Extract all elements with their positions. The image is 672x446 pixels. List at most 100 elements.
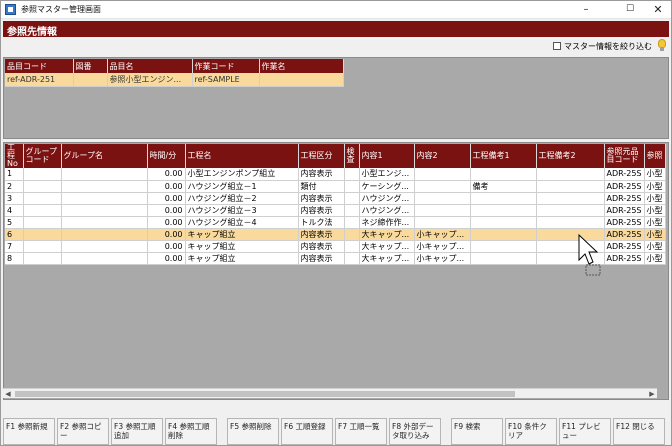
process-grid-cell[interactable]: 小型エンジンポンプ組立 [185,168,299,181]
top-grid-cell[interactable]: 参照小型エンジン... [107,73,193,87]
process-grid-cell[interactable]: 大キャップ... [359,228,415,241]
process-grid-cell[interactable]: ADR-25S [604,240,645,253]
process-grid-cell[interactable]: ネジ締作作... [359,216,415,229]
top-grid-header-1[interactable]: 図番 [73,59,108,73]
top-grid-header-0[interactable]: 品目コード [5,59,74,73]
table-row[interactable]: 3 0.00 ハウジング組立－2 内容表示 ハウジング... ADR-25S 小型 [5,192,666,205]
process-grid-cell[interactable]: 小キャップ... [414,228,471,241]
process-grid-cell[interactable]: 0.00 [147,204,186,217]
process-grid-cell[interactable] [61,192,148,205]
process-grid-cell[interactable]: ハウジング組立－1 [185,180,299,193]
process-grid-cell[interactable]: キャップ組立 [185,252,299,265]
process-grid-cell[interactable]: 0.00 [147,240,186,253]
process-grid-cell[interactable]: キャップ組立 [185,228,299,241]
process-grid-cell[interactable]: ADR-25S [604,228,645,241]
process-grid-cell[interactable]: 内容表示 [298,204,345,217]
process-grid-cell[interactable]: 3 [5,192,24,205]
process-grid-header-11[interactable]: 参照元品目コード [604,144,645,168]
process-grid-cell[interactable] [23,168,62,181]
scroll-thumb[interactable] [15,391,515,397]
process-grid-cell[interactable] [61,252,148,265]
table-row-selected[interactable]: 6 0.00 キャップ組立 内容表示 大キャップ... 小キャップ... ADR-25S 小型 [5,228,666,241]
process-grid-cell[interactable]: ハウジング組立－2 [185,192,299,205]
process-grid-cell[interactable] [23,252,62,265]
process-grid-header-4[interactable]: 工程名 [185,144,299,168]
top-grid-cell[interactable]: ref-ADR-251 [5,73,74,87]
process-grid-cell[interactable]: 大キャップ... [359,252,415,265]
function-key-f11-button[interactable]: F11 プレビュー [559,418,611,445]
table-row[interactable]: 4 0.00 ハウジング組立－3 内容表示 ハウジング... ADR-25S 小型 [5,204,666,217]
process-grid-cell[interactable] [344,252,360,265]
top-grid-header-2[interactable]: 品目名 [107,59,193,73]
process-grid-cell[interactable] [344,228,360,241]
top-grid-header-3[interactable]: 作業コード [192,59,260,73]
process-grid-cell[interactable]: 内容表示 [298,228,345,241]
process-grid-cell[interactable] [23,228,62,241]
process-grid-header-7[interactable]: 内容1 [359,144,415,168]
process-grid-cell[interactable] [344,180,360,193]
process-grid-cell[interactable]: 0.00 [147,216,186,229]
process-grid-cell[interactable]: 内容表示 [298,240,345,253]
process-grid-cell[interactable] [61,204,148,217]
function-key-f7-button[interactable]: F7 工順一覧 [335,418,387,445]
process-grid-cell[interactable]: キャップ組立 [185,240,299,253]
close-button[interactable]: ✕ [641,1,672,19]
process-grid-cell[interactable] [344,204,360,217]
process-grid-cell[interactable] [61,228,148,241]
process-grid-cell[interactable]: 小型 [644,192,666,205]
top-grid-row[interactable]: ref-ADR-251 参照小型エンジン... ref-SAMPLE [5,73,344,87]
process-grid-cell[interactable]: 6 [5,228,24,241]
process-grid-header-2[interactable]: グループ名 [61,144,148,168]
process-grid-cell[interactable] [61,216,148,229]
process-grid-cell[interactable] [470,216,537,229]
function-key-f10-button[interactable]: F10 条件クリア [505,418,557,445]
process-grid-cell[interactable] [61,168,148,181]
minimize-button[interactable]: – [569,1,603,19]
process-grid-cell[interactable]: ケーシング... [359,180,415,193]
process-grid-cell[interactable]: 大キャップ... [359,240,415,253]
process-grid-header-9[interactable]: 工程備考1 [470,144,537,168]
scroll-right-icon[interactable]: ▶ [647,389,657,399]
process-grid-cell[interactable]: 小型 [644,240,666,253]
process-grid-cell[interactable]: ハウジング組立－4 [185,216,299,229]
process-grid-cell[interactable]: 2 [5,180,24,193]
process-grid-header-3[interactable]: 時間/分 [147,144,186,168]
process-grid-cell[interactable]: 内容表示 [298,168,345,181]
process-grid-cell[interactable]: 1 [5,168,24,181]
process-grid-cell[interactable]: ADR-25S [604,168,645,181]
process-grid-cell[interactable] [344,192,360,205]
top-grid-cell[interactable] [73,73,108,87]
process-grid-cell[interactable] [23,240,62,253]
process-grid-cell[interactable]: 類付 [298,180,345,193]
process-grid-cell[interactable] [344,216,360,229]
process-grid-cell[interactable]: ハウジング... [359,192,415,205]
function-key-f6-button[interactable]: F6 工順登録 [281,418,333,445]
process-grid-cell[interactable]: ADR-25S [604,252,645,265]
process-grid-cell[interactable] [414,216,471,229]
top-grid-cell[interactable] [259,73,344,87]
process-grid-header-12[interactable]: 参照 [644,144,666,168]
process-grid-cell[interactable]: ADR-25S [604,192,645,205]
process-grid-header-10[interactable]: 工程備考2 [536,144,605,168]
table-row[interactable]: 1 0.00 小型エンジンポンプ組立 内容表示 小型エンジ... ADR-25S 小型 [5,168,666,181]
process-grid-cell[interactable]: 小型 [644,216,666,229]
process-grid-cell[interactable]: 0.00 [147,228,186,241]
process-grid-cell[interactable] [414,192,471,205]
process-grid-cell[interactable]: ADR-25S [604,216,645,229]
process-grid-cell[interactable] [470,204,537,217]
process-grid-cell[interactable] [414,168,471,181]
process-grid-cell[interactable] [23,216,62,229]
table-row[interactable]: 5 0.00 ハウジング組立－4 トルク法 ネジ締作作... ADR-25S 小型 [5,216,666,229]
process-grid-cell[interactable]: ADR-25S [604,180,645,193]
function-key-f12-button[interactable]: F12 閉じる [613,418,665,445]
process-grid-cell[interactable] [344,168,360,181]
process-grid-cell[interactable]: 0.00 [147,252,186,265]
process-grid-cell[interactable]: 7 [5,240,24,253]
function-key-f3-button[interactable]: F3 参照工順追加 [111,418,163,445]
process-grid-cell[interactable]: 8 [5,252,24,265]
top-grid-cell[interactable]: ref-SAMPLE [192,73,260,87]
function-key-f8-button[interactable]: F8 外部データ取り込み [389,418,441,445]
process-grid-cell[interactable] [470,228,537,241]
process-grid-cell[interactable] [23,180,62,193]
process-grid-cell[interactable]: 4 [5,204,24,217]
